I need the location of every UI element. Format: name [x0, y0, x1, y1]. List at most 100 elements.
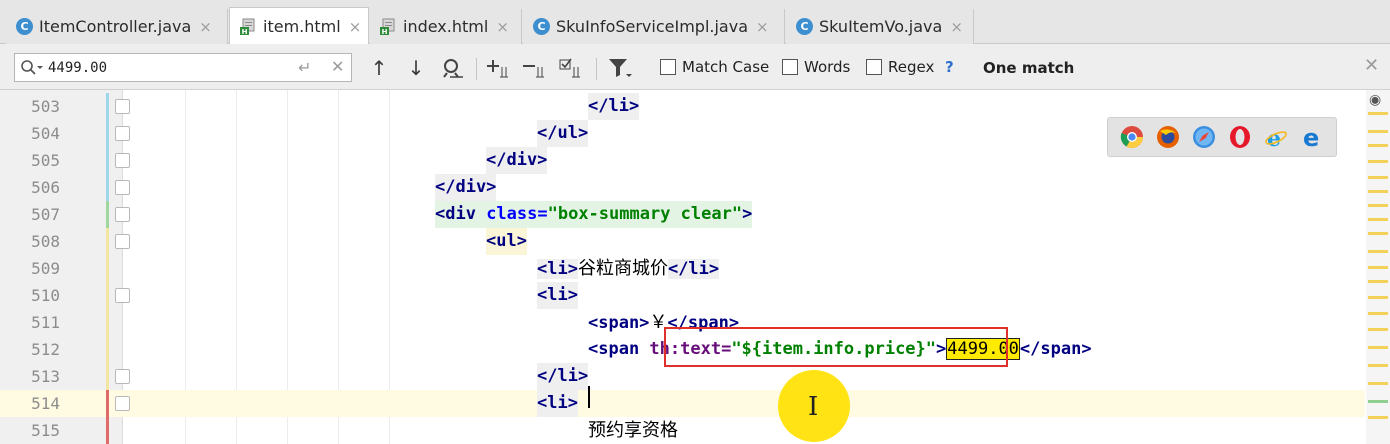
stripe-mark[interactable] [1368, 232, 1388, 235]
code-line[interactable]: 506 </div> [0, 174, 1365, 201]
text-caret [588, 386, 590, 408]
safari-icon[interactable] [1192, 125, 1216, 149]
stripe-mark[interactable] [1368, 346, 1388, 349]
stripe-mark[interactable] [1368, 112, 1388, 115]
code-line-current[interactable]: 514 <li> [0, 390, 1365, 417]
code-text: </div> [486, 147, 548, 174]
stripe-mark[interactable] [1368, 176, 1388, 179]
vcs-change-marker [106, 147, 109, 174]
code-line[interactable]: 507 <div class="box-summary clear"> [0, 201, 1365, 228]
svg-text:H: H [242, 28, 248, 35]
tab-index-html[interactable]: H index.html × [370, 9, 522, 44]
fold-marker-icon[interactable] [115, 288, 130, 303]
fold-marker-icon[interactable] [115, 153, 130, 168]
checkbox-box[interactable] [660, 59, 676, 75]
fold-marker-icon[interactable] [115, 234, 130, 249]
stripe-mark[interactable] [1368, 400, 1388, 403]
vcs-change-marker [106, 174, 109, 201]
tab-item-html[interactable]: H item.html × [229, 7, 369, 45]
line-number: 508 [31, 232, 60, 251]
regex-label: Regex [888, 58, 935, 76]
svg-text:e: e [1303, 125, 1319, 149]
stripe-mark[interactable] [1368, 250, 1388, 253]
stripe-mark[interactable] [1368, 144, 1388, 147]
previous-occurrence-icon[interactable]: ↑ [368, 56, 390, 80]
filter-icon[interactable] [606, 56, 634, 80]
code-line[interactable]: 513 </li> [0, 363, 1365, 390]
fold-marker-icon[interactable] [115, 396, 130, 411]
code-text: </div> [435, 174, 497, 201]
checkbox-box[interactable] [782, 59, 798, 75]
code-editor[interactable]: 503 </li> 504 </ul> 505 </div> 506 </div… [0, 90, 1390, 444]
code-text: <div class="box-summary clear"> [435, 201, 753, 228]
regex-checkbox[interactable]: Regex [866, 58, 934, 76]
next-occurrence-icon[interactable]: ↓ [405, 56, 427, 80]
select-all-occurrences-icon[interactable] [558, 56, 586, 80]
fold-marker-icon[interactable] [115, 99, 130, 114]
opera-icon[interactable] [1228, 125, 1252, 149]
line-number: 512 [31, 340, 60, 359]
tab-skuitemvo[interactable]: C SkuItemVo.java × [786, 9, 974, 44]
add-occurrence-icon[interactable] [486, 56, 514, 80]
search-input[interactable] [48, 57, 278, 78]
line-number: 510 [31, 286, 60, 305]
code-text: 预约享资格 [588, 420, 678, 441]
line-number: 503 [31, 97, 60, 116]
stripe-mark[interactable] [1368, 190, 1388, 193]
line-number: 511 [31, 313, 60, 332]
search-history-icon[interactable] [20, 59, 44, 77]
fold-marker-icon[interactable] [115, 126, 130, 141]
stripe-mark[interactable] [1368, 296, 1388, 299]
new-line-icon[interactable]: ↵ [298, 58, 311, 77]
stripe-mark[interactable] [1368, 312, 1388, 315]
close-icon[interactable]: × [756, 18, 769, 36]
editor-tab-bar: C ItemController.java × H item.html × H … [0, 0, 1390, 45]
regex-help-link[interactable]: ? [945, 58, 954, 76]
find-all-icon[interactable] [440, 56, 466, 80]
stripe-mark[interactable] [1368, 382, 1388, 385]
stripe-mark[interactable] [1368, 130, 1388, 133]
vcs-change-marker [106, 336, 109, 363]
close-find-icon[interactable]: ✕ [1364, 55, 1379, 76]
stripe-mark[interactable] [1368, 328, 1388, 331]
stripe-mark[interactable] [1368, 364, 1388, 367]
words-checkbox[interactable]: Words [782, 58, 850, 76]
close-icon[interactable]: × [199, 18, 212, 36]
stripe-mark[interactable] [1368, 266, 1388, 269]
vcs-change-marker [106, 201, 109, 228]
stripe-mark[interactable] [1368, 280, 1388, 283]
stripe-mark[interactable] [1368, 416, 1388, 419]
ie-icon[interactable]: e [1264, 125, 1288, 149]
tab-label: item.html [263, 17, 341, 36]
match-case-label: Match Case [682, 58, 770, 76]
code-line[interactable]: 509 <li>谷粒商城价</li> [0, 255, 1365, 282]
close-icon[interactable]: × [950, 18, 963, 36]
close-icon[interactable]: × [496, 18, 509, 36]
fold-marker-icon[interactable] [115, 180, 130, 195]
vcs-change-marker [106, 93, 109, 120]
stripe-mark[interactable] [1368, 160, 1388, 163]
code-line[interactable]: 515 预约享资格 [0, 417, 1365, 444]
match-case-checkbox[interactable]: Match Case [660, 58, 769, 76]
close-icon[interactable]: × [349, 18, 362, 36]
error-stripe[interactable]: ◉ [1366, 90, 1390, 444]
code-line[interactable]: 510 <li> [0, 282, 1365, 309]
checkbox-box[interactable] [866, 59, 882, 75]
tab-skuinfo-service-impl[interactable]: C SkuInfoServiceImpl.java × [523, 9, 785, 44]
code-line[interactable]: 508 <ul> [0, 228, 1365, 255]
fold-marker-icon[interactable] [115, 369, 130, 384]
firefox-icon[interactable] [1156, 125, 1180, 149]
stripe-mark[interactable] [1368, 204, 1388, 207]
eye-icon[interactable]: ◉ [1369, 92, 1381, 108]
tab-item-controller[interactable]: C ItemController.java × [6, 9, 228, 44]
text-cursor-icon: I [808, 392, 819, 422]
edge-icon[interactable]: e [1300, 125, 1324, 149]
code-line[interactable]: 503 </li> [0, 93, 1365, 120]
chrome-icon[interactable] [1120, 125, 1144, 149]
remove-occurrence-icon[interactable] [522, 56, 550, 80]
stripe-mark[interactable] [1368, 218, 1388, 221]
toolbar-separator [476, 58, 477, 80]
vcs-change-marker [106, 255, 109, 282]
fold-marker-icon[interactable] [115, 207, 130, 222]
clear-search-icon[interactable]: ✕ [331, 57, 344, 76]
